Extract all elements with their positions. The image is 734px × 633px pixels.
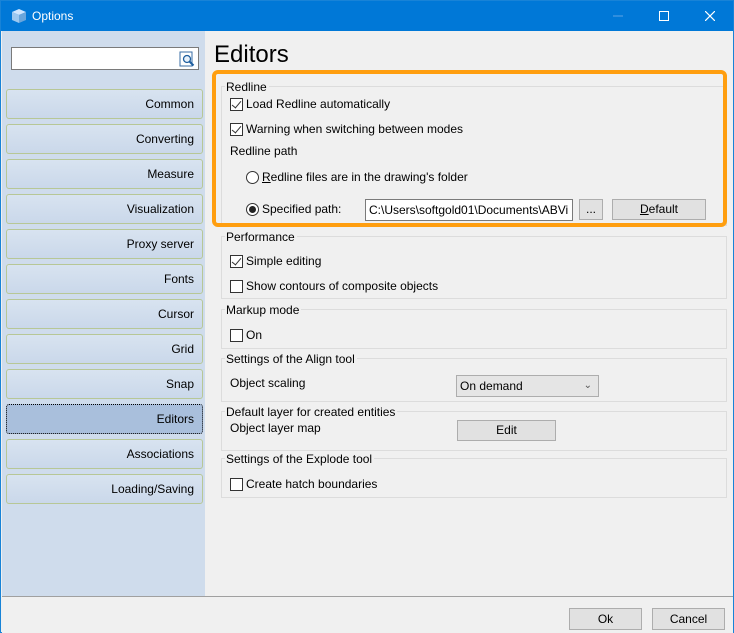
chevron-down-icon: ⌄ [583, 380, 592, 391]
checkbox-label: On [246, 328, 263, 342]
sidebar-item-proxy-server[interactable]: Proxy server [6, 229, 203, 259]
maximize-icon [659, 11, 669, 21]
minimize-icon [613, 15, 623, 17]
close-button[interactable] [687, 1, 733, 31]
edit-button[interactable]: Edit [457, 420, 556, 441]
options-window: Options Common Converting Measure Visual… [0, 0, 734, 633]
align-tool-group-label: Settings of the Align tool [225, 352, 357, 366]
sidebar-item-associations[interactable]: Associations [6, 439, 203, 469]
sidebar-item-editors[interactable]: Editors [6, 404, 203, 434]
performance-group-label: Performance [225, 230, 297, 244]
markup-on-checkbox[interactable]: On [230, 328, 262, 342]
highlight-frame [212, 70, 727, 227]
markup-mode-group-label: Markup mode [225, 303, 302, 317]
ok-button[interactable]: Ok [569, 608, 642, 630]
sidebar-item-common[interactable]: Common [6, 89, 203, 119]
dialog-footer: Ok Cancel [2, 596, 733, 633]
sidebar-item-loading-saving[interactable]: Loading/Saving [6, 474, 203, 504]
sidebar: Common Converting Measure Visualization … [2, 31, 205, 596]
sidebar-item-cursor[interactable]: Cursor [6, 299, 203, 329]
checkbox-label: Create hatch boundaries [246, 477, 378, 491]
minimize-button[interactable] [595, 1, 641, 31]
close-icon [705, 11, 715, 21]
search-icon[interactable] [179, 51, 195, 67]
object-scaling-label: Object scaling [230, 376, 306, 390]
default-layer-group-label: Default layer for created entities [225, 405, 398, 419]
object-scaling-select[interactable]: On demand ⌄ [456, 375, 599, 397]
select-value: On demand [460, 379, 523, 393]
content-panel: Editors Redline Load Redline automatical… [205, 31, 733, 596]
title-bar[interactable]: Options [1, 1, 733, 31]
explode-tool-group-label: Settings of the Explode tool [225, 452, 375, 466]
checkbox-box[interactable] [230, 328, 243, 342]
window-title: Options [32, 9, 74, 23]
search-input[interactable] [11, 47, 199, 70]
maximize-button[interactable] [641, 1, 687, 31]
show-contours-checkbox[interactable]: Show contours of composite objects [230, 279, 438, 293]
cancel-button[interactable]: Cancel [652, 608, 725, 630]
app-icon [12, 9, 26, 23]
sidebar-item-fonts[interactable]: Fonts [6, 264, 203, 294]
checkbox-box[interactable] [230, 279, 243, 293]
create-hatch-boundaries-checkbox[interactable]: Create hatch boundaries [230, 477, 377, 491]
object-layer-map-label: Object layer map [230, 421, 321, 435]
checkbox-box[interactable] [230, 477, 243, 491]
sidebar-item-visualization[interactable]: Visualization [6, 194, 203, 224]
markup-mode-group: Markup mode [221, 303, 727, 349]
sidebar-item-snap[interactable]: Snap [6, 369, 203, 399]
simple-editing-checkbox[interactable]: Simple editing [230, 254, 321, 268]
checkbox-box[interactable] [230, 254, 243, 268]
sidebar-item-converting[interactable]: Converting [6, 124, 203, 154]
page-title: Editors [214, 41, 289, 68]
checkbox-label: Show contours of composite objects [246, 279, 439, 293]
sidebar-item-measure[interactable]: Measure [6, 159, 203, 189]
sidebar-item-grid[interactable]: Grid [6, 334, 203, 364]
checkbox-label: Simple editing [246, 254, 322, 268]
